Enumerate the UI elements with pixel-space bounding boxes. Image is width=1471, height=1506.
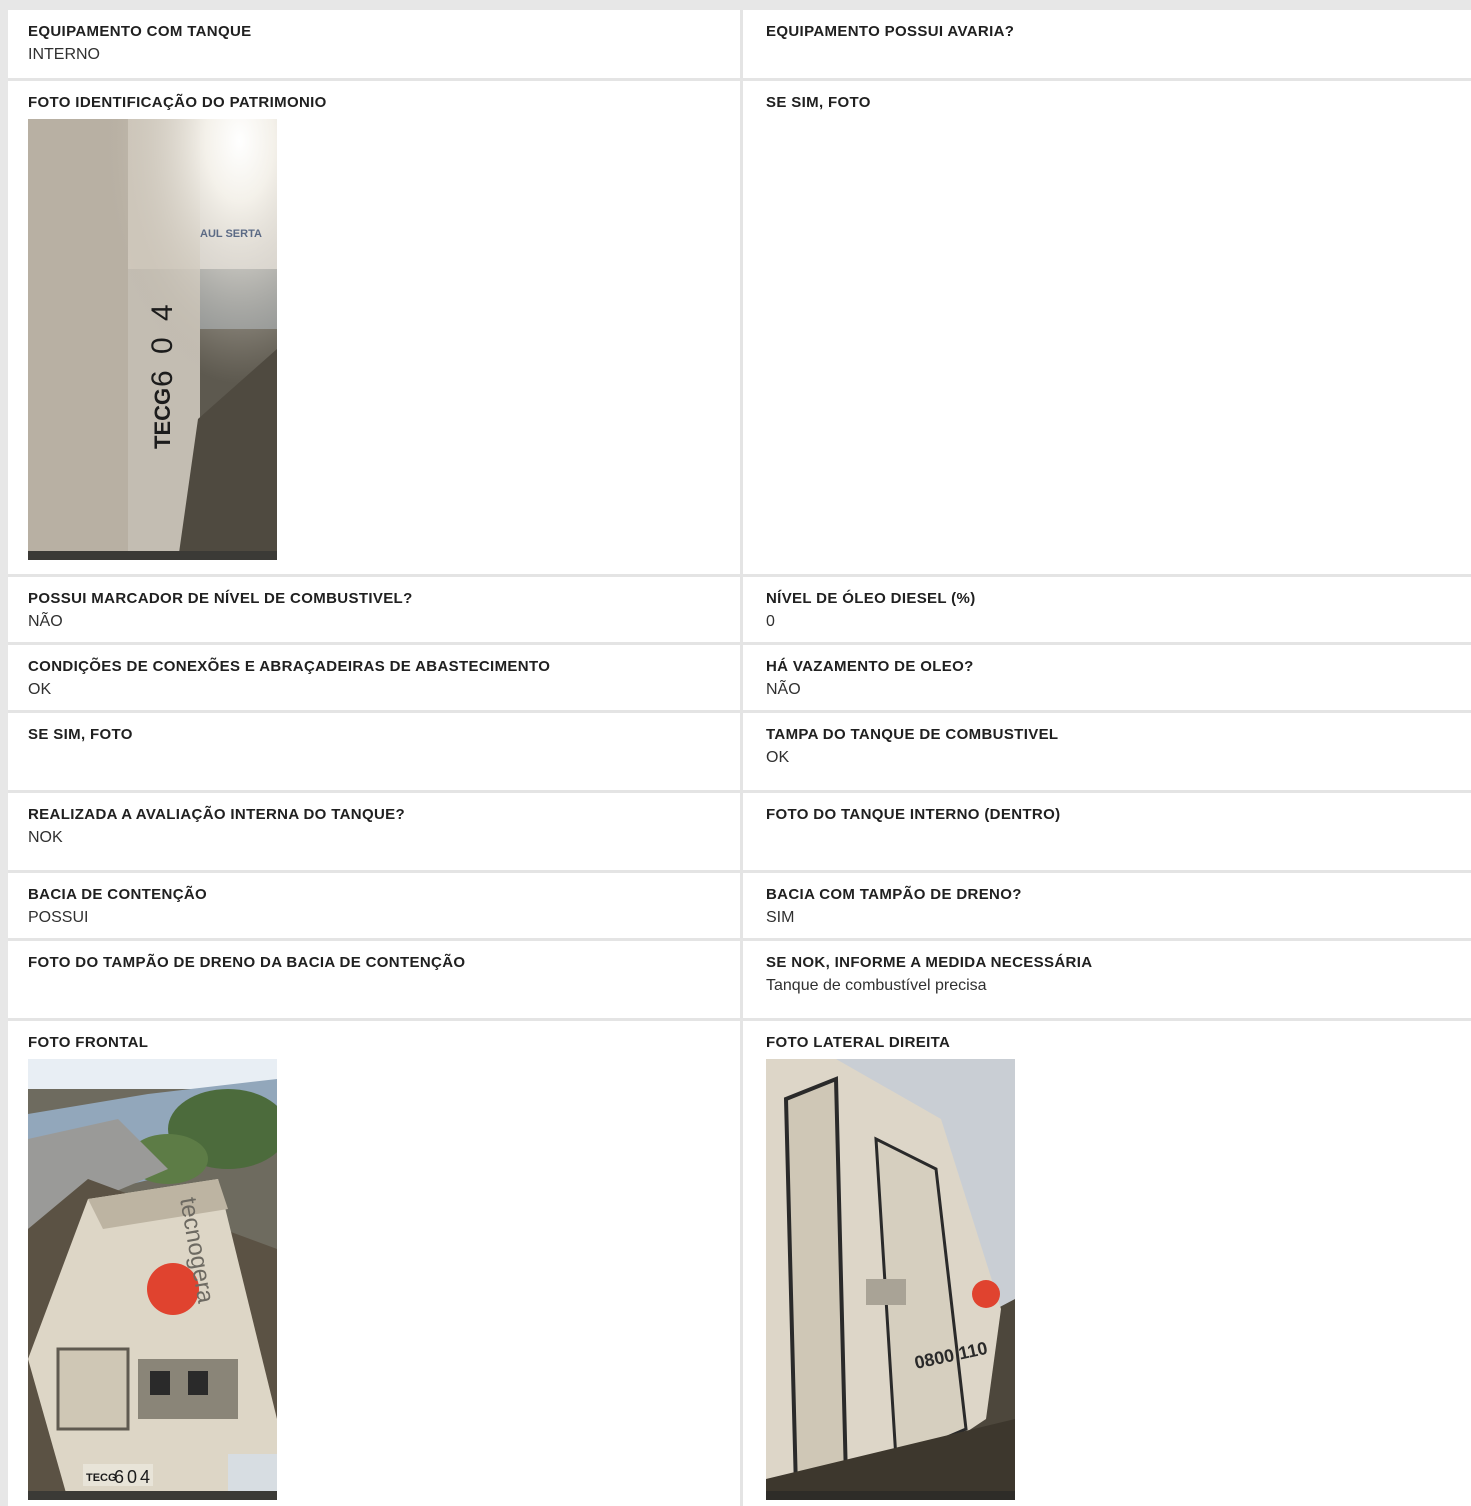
plate-digit: 0	[146, 337, 179, 354]
lateral-direita-photo[interactable]: 0800 110	[766, 1059, 1015, 1500]
field-vazamento-oleo: HÁ VAZAMENTO DE OLEO? NÃO	[746, 645, 1471, 710]
field-marcador-nivel: POSSUI MARCADOR DE NÍVEL DE COMBUSTIVEL?…	[8, 577, 743, 642]
field-nivel-oleo-diesel: NÍVEL DE ÓLEO DIESEL (%) 0	[746, 577, 1471, 642]
field-value: 0	[766, 613, 775, 630]
form-row: SE SIM, FOTO TAMPA DO TANQUE DE COMBUSTI…	[8, 713, 1471, 793]
field-tampa-tanque: TAMPA DO TANQUE DE COMBUSTIVEL OK	[746, 713, 1471, 790]
field-foto-tampao-dreno: FOTO DO TAMPÃO DE DRENO DA BACIA DE CONT…	[8, 941, 743, 1018]
field-label: POSSUI MARCADOR DE NÍVEL DE COMBUSTIVEL?	[28, 590, 413, 607]
field-value: POSSUI	[28, 909, 89, 926]
form-row: CONDIÇÕES DE CONEXÕES E ABRAÇADEIRAS DE …	[8, 645, 1471, 713]
plate-digit: 0	[127, 1467, 137, 1487]
field-label: SE SIM, FOTO	[766, 94, 871, 111]
form-row: EQUIPAMENTO COM TANQUE INTERNO EQUIPAMEN…	[8, 10, 1471, 81]
field-avaliacao-interna: REALIZADA A AVALIAÇÃO INTERNA DO TANQUE?…	[8, 793, 743, 870]
field-label: TAMPA DO TANQUE DE COMBUSTIVEL	[766, 726, 1059, 743]
field-label: SE NOK, INFORME A MEDIDA NECESSÁRIA	[766, 954, 1093, 971]
field-possui-avaria: EQUIPAMENTO POSSUI AVARIA?	[746, 10, 1471, 78]
inspection-sheet: EQUIPAMENTO COM TANQUE INTERNO EQUIPAMEN…	[8, 10, 1471, 1506]
field-foto-frontal: FOTO FRONTAL tecnogera TECG 6 0 4	[8, 1021, 743, 1506]
field-label: SE SIM, FOTO	[28, 726, 133, 743]
sign-text: AUL SERTA	[200, 228, 262, 240]
field-label: NÍVEL DE ÓLEO DIESEL (%)	[766, 590, 976, 607]
field-value: OK	[766, 749, 790, 766]
field-foto-lateral-direita: FOTO LATERAL DIREITA 0800 110	[746, 1021, 1471, 1506]
field-label: EQUIPAMENTO COM TANQUE	[28, 23, 252, 40]
field-label: FOTO DO TANQUE INTERNO (DENTRO)	[766, 806, 1061, 823]
field-tampao-dreno: BACIA COM TAMPÃO DE DRENO? SIM	[746, 873, 1471, 938]
field-label: REALIZADA A AVALIAÇÃO INTERNA DO TANQUE?	[28, 806, 406, 823]
plate-digit: 6	[146, 370, 179, 387]
field-condicoes-conexoes: CONDIÇÕES DE CONEXÕES E ABRAÇADEIRAS DE …	[8, 645, 743, 710]
field-label: EQUIPAMENTO POSSUI AVARIA?	[766, 23, 1015, 40]
field-label: FOTO LATERAL DIREITA	[766, 1034, 951, 1051]
field-medida-necessaria: SE NOK, INFORME A MEDIDA NECESSÁRIA Tanq…	[746, 941, 1471, 1018]
form-row: POSSUI MARCADOR DE NÍVEL DE COMBUSTIVEL?…	[8, 577, 1471, 645]
field-label: FOTO FRONTAL	[28, 1034, 149, 1051]
field-se-sim-foto-avaria: SE SIM, FOTO	[746, 81, 1471, 574]
form-row: BACIA DE CONTENÇÃO POSSUI BACIA COM TAMP…	[8, 873, 1471, 941]
field-label: FOTO IDENTIFICAÇÃO DO PATRIMONIO	[28, 94, 327, 111]
plate-digit: 4	[140, 1467, 150, 1487]
field-value: NOK	[28, 829, 63, 846]
form-row: FOTO FRONTAL tecnogera TECG 6 0 4 FOTO L…	[8, 1021, 1471, 1506]
field-label: BACIA DE CONTENÇÃO	[28, 886, 208, 903]
patrimonio-photo[interactable]: AUL SERTA TECG 6 0 4	[28, 119, 277, 560]
field-label: CONDIÇÕES DE CONEXÕES E ABRAÇADEIRAS DE …	[28, 658, 551, 675]
plate-prefix: TECG	[150, 388, 175, 449]
form-row: FOTO DO TAMPÃO DE DRENO DA BACIA DE CONT…	[8, 941, 1471, 1021]
field-label: HÁ VAZAMENTO DE OLEO?	[766, 658, 974, 675]
form-row: REALIZADA A AVALIAÇÃO INTERNA DO TANQUE?…	[8, 793, 1471, 873]
form-row: FOTO IDENTIFICAÇÃO DO PATRIMONIO AUL SER…	[8, 81, 1471, 577]
field-value: OK	[28, 681, 52, 698]
frontal-photo[interactable]: tecnogera TECG 6 0 4	[28, 1059, 277, 1500]
field-label: BACIA COM TAMPÃO DE DRENO?	[766, 886, 1022, 903]
field-se-sim-foto: SE SIM, FOTO	[8, 713, 743, 790]
plate-digit: 4	[146, 304, 179, 321]
field-value: INTERNO	[28, 46, 100, 63]
field-value: SIM	[766, 909, 795, 926]
field-value: NÃO	[28, 613, 63, 630]
field-value: Tanque de combustível precisa	[766, 977, 987, 994]
field-foto-patrimonio: FOTO IDENTIFICAÇÃO DO PATRIMONIO AUL SER…	[8, 81, 743, 574]
field-value: NÃO	[766, 681, 801, 698]
plate-prefix: TECG	[86, 1472, 117, 1484]
field-equipamento-tanque: EQUIPAMENTO COM TANQUE INTERNO	[8, 10, 743, 78]
field-label: FOTO DO TAMPÃO DE DRENO DA BACIA DE CONT…	[28, 954, 466, 971]
plate-digit: 6	[114, 1467, 124, 1487]
field-bacia-contencao: BACIA DE CONTENÇÃO POSSUI	[8, 873, 743, 938]
field-foto-tanque-interno: FOTO DO TANQUE INTERNO (DENTRO)	[746, 793, 1471, 870]
